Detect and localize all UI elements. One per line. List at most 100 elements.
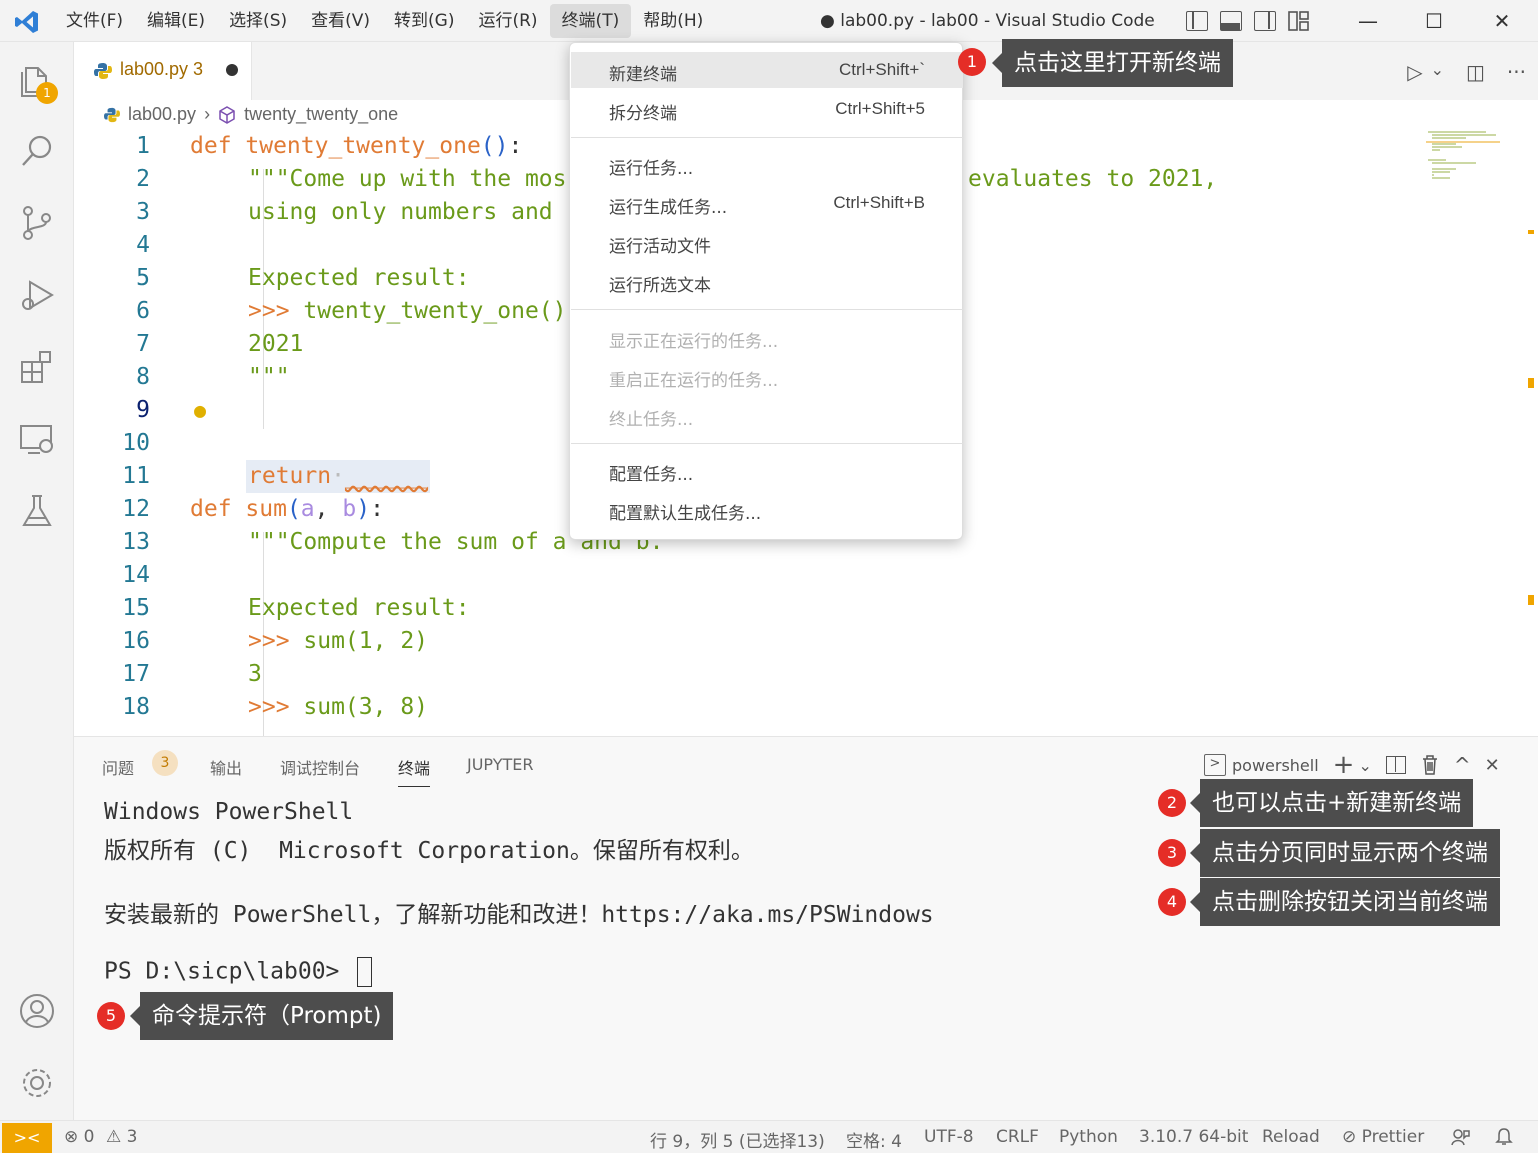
maximize-panel-icon[interactable]: ^ bbox=[1454, 753, 1471, 777]
menu-edit[interactable]: 编辑(E) bbox=[135, 0, 217, 42]
terminal-output-line: 版权所有 (C) Microsoft Corporation。保留所有权利。 bbox=[104, 838, 754, 864]
status-bar: >< ⊗ 0 ⚠ 3 行 9，列 5 (已选择13) 空格: 4 UTF-8 C… bbox=[0, 1120, 1538, 1153]
status-prettier[interactable]: ⊘ Prettier bbox=[1342, 1127, 1424, 1147]
status-errors[interactable]: ⊗ 0 bbox=[64, 1127, 94, 1147]
line-number: 5 bbox=[136, 265, 150, 291]
menu-run-build-task[interactable]: 运行生成任务... Ctrl+Shift+B bbox=[571, 185, 963, 221]
breadcrumb-symbol[interactable]: twenty_twenty_one bbox=[244, 104, 398, 125]
menu-selection[interactable]: 选择(S) bbox=[217, 0, 299, 42]
kill-terminal-trash-icon[interactable] bbox=[1420, 754, 1440, 776]
menu-show-running-tasks: 显示正在运行的任务... bbox=[609, 332, 779, 352]
close-panel-icon[interactable]: ✕ bbox=[1485, 755, 1500, 776]
menu-view[interactable]: 查看(V) bbox=[299, 0, 382, 42]
notifications-bell-icon[interactable] bbox=[1494, 1127, 1514, 1147]
customize-layout-icon[interactable] bbox=[1288, 11, 1310, 31]
menu-file[interactable]: 文件(F) bbox=[54, 0, 135, 42]
docstring-continued: evaluates to 2021, bbox=[968, 166, 1218, 192]
lightbulb-icon[interactable]: ● bbox=[194, 394, 206, 427]
terminal-cursor bbox=[357, 957, 373, 987]
tab-lab00-py[interactable]: lab00.py 3 bbox=[74, 42, 252, 100]
code-line: 17 3 bbox=[74, 658, 1424, 691]
menu-run-selected-text[interactable]: 运行所选文本 bbox=[571, 263, 963, 299]
status-eol[interactable]: CRLF bbox=[996, 1127, 1039, 1147]
menu-run[interactable]: 运行(R) bbox=[466, 0, 549, 42]
param: a bbox=[300, 496, 315, 522]
tab-terminal[interactable]: 终端 bbox=[398, 755, 431, 787]
callout-number: 1 bbox=[958, 48, 986, 76]
code-line: 18 >>> sum(3, 8) bbox=[74, 691, 1424, 724]
line-number: 12 bbox=[122, 496, 150, 522]
chevron-down-icon[interactable]: ⌄ bbox=[1358, 756, 1371, 775]
menu-go[interactable]: 转到(G) bbox=[382, 0, 466, 42]
menu-split-terminal[interactable]: 拆分终端 Ctrl+Shift+5 bbox=[571, 91, 963, 127]
terminal-shell-name[interactable]: powershell bbox=[1232, 756, 1319, 775]
remote-indicator-icon[interactable]: >< bbox=[2, 1123, 52, 1153]
callout-number: 3 bbox=[1158, 839, 1186, 867]
menu-run-active-file[interactable]: 运行活动文件 bbox=[571, 224, 963, 260]
terminal-actions: > powershell + ⌄ ^ ✕ bbox=[1204, 750, 1500, 780]
search-icon[interactable] bbox=[18, 132, 56, 170]
split-terminal-icon[interactable] bbox=[1385, 756, 1406, 774]
extensions-icon[interactable] bbox=[18, 348, 56, 386]
toggle-sidebar-icon[interactable] bbox=[1186, 11, 1208, 31]
status-interpreter[interactable]: 3.10.7 64-bit bbox=[1139, 1127, 1248, 1147]
status-language[interactable]: Python bbox=[1059, 1127, 1118, 1147]
run-debug-icon[interactable] bbox=[18, 276, 56, 314]
explorer-icon[interactable]: 1 bbox=[18, 60, 58, 104]
param: b bbox=[342, 496, 357, 522]
callout-number: 4 bbox=[1158, 888, 1186, 916]
remote-explorer-icon[interactable] bbox=[18, 420, 56, 458]
menu-new-terminal[interactable]: 新建终端 Ctrl+Shift+` bbox=[571, 52, 963, 88]
docstring: Expected result: bbox=[248, 265, 470, 291]
maximize-button[interactable]: ☐ bbox=[1400, 0, 1468, 42]
settings-gear-icon[interactable] bbox=[18, 1064, 56, 1102]
unsaved-dot-icon[interactable] bbox=[226, 64, 238, 76]
doctest-prompt: >>> bbox=[248, 628, 304, 654]
menu-run-task[interactable]: 运行任务... bbox=[571, 146, 963, 182]
accounts-icon[interactable] bbox=[18, 992, 56, 1030]
testing-icon[interactable] bbox=[18, 492, 56, 530]
run-dropdown-icon[interactable]: ⌄ bbox=[1431, 60, 1444, 84]
feedback-icon[interactable] bbox=[1450, 1127, 1470, 1147]
close-button[interactable]: ✕ bbox=[1468, 0, 1536, 42]
menu-help[interactable]: 帮助(H) bbox=[631, 0, 715, 42]
menu-configure-tasks[interactable]: 配置任务... bbox=[571, 452, 963, 488]
status-reload[interactable]: Reload bbox=[1262, 1127, 1320, 1147]
more-actions-icon[interactable]: ··· bbox=[1507, 60, 1526, 84]
new-terminal-plus-icon[interactable]: + bbox=[1333, 750, 1355, 780]
line-number: 2 bbox=[136, 166, 150, 192]
status-indentation[interactable]: 空格: 4 bbox=[846, 1127, 902, 1152]
tab-output[interactable]: 输出 bbox=[210, 755, 242, 787]
split-editor-icon[interactable]: ◫ bbox=[1466, 60, 1485, 84]
docstring: """Come up with the mos bbox=[248, 166, 567, 192]
menu-configure-default-build-task[interactable]: 配置默认生成任务... bbox=[571, 491, 963, 527]
explorer-badge: 1 bbox=[36, 82, 58, 104]
toggle-panel-icon[interactable] bbox=[1220, 11, 1242, 31]
terminal-output-line: Windows PowerShell bbox=[104, 799, 354, 825]
minimize-button[interactable]: — bbox=[1334, 0, 1402, 42]
tab-debug-console[interactable]: 调试控制台 bbox=[280, 755, 360, 787]
status-cursor-position[interactable]: 行 9，列 5 (已选择13) bbox=[650, 1127, 825, 1152]
breadcrumb-file[interactable]: lab00.py bbox=[128, 104, 196, 125]
terminal-prompt[interactable]: PS D:\sicp\lab00> bbox=[104, 957, 373, 987]
status-warnings[interactable]: ⚠ 3 bbox=[106, 1127, 137, 1147]
code-line: 15 Expected result: bbox=[74, 592, 1424, 625]
toggle-secondary-sidebar-icon[interactable] bbox=[1254, 11, 1276, 31]
keyword: def bbox=[190, 133, 246, 159]
callout-label: 也可以点击+新建新终端 bbox=[1189, 779, 1474, 827]
docstring: sum(3, 8) bbox=[303, 694, 429, 720]
status-encoding[interactable]: UTF-8 bbox=[924, 1127, 974, 1147]
run-python-file-icon[interactable]: ▷ bbox=[1407, 60, 1422, 84]
docstring: 3 bbox=[248, 661, 262, 687]
doctest-prompt: >>> bbox=[248, 694, 304, 720]
chevron-right-icon: › bbox=[204, 104, 211, 124]
tab-problems[interactable]: 问题 bbox=[102, 755, 134, 787]
menu-terminal[interactable]: 终端(T) bbox=[549, 4, 632, 38]
tab-jupyter[interactable]: JUPYTER bbox=[467, 755, 534, 787]
source-control-icon[interactable] bbox=[18, 204, 56, 242]
docstring: using only numbers and bbox=[248, 199, 553, 225]
menu-terminate-task: 终止任务... bbox=[609, 410, 694, 430]
docstring: Expected result: bbox=[248, 595, 470, 621]
minimap[interactable] bbox=[1426, 130, 1500, 190]
python-file-icon bbox=[94, 63, 112, 79]
